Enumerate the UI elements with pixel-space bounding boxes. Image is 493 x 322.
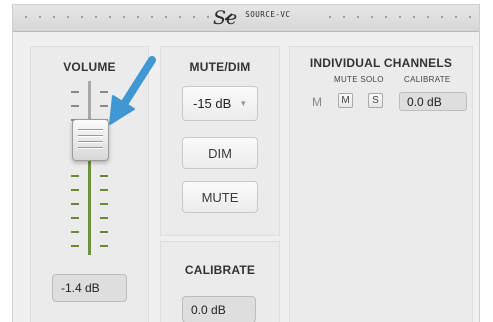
dim-level-select[interactable]: -15 dB ▼: [182, 86, 258, 121]
logo-mark: Se: [213, 7, 238, 29]
channel-calibrate-field[interactable]: 0.0 dB: [399, 92, 467, 111]
title-dots-left: [19, 16, 209, 18]
channel-solo-button[interactable]: S: [368, 93, 383, 108]
dim-button[interactable]: DIM: [182, 137, 258, 169]
mute-button[interactable]: MUTE: [182, 181, 258, 213]
fader-level-fill: [88, 157, 91, 255]
logo-text: SOURCE-VC: [245, 10, 291, 19]
volume-value-field[interactable]: -1.4 dB: [52, 274, 127, 302]
individual-channels-panel: INDIVIDUAL CHANNELS MUTE SOLO CALIBRATE …: [289, 46, 473, 322]
calibrate-title: CALIBRATE: [184, 263, 256, 277]
volume-panel: VOLUME -1.4 dB: [30, 46, 149, 322]
channel-label: M: [312, 95, 322, 109]
calibrate-value-field[interactable]: 0.0 dB: [182, 296, 256, 322]
fader-scale-right: [100, 87, 108, 255]
volume-title: VOLUME: [63, 60, 116, 74]
calibrate-header: CALIBRATE: [404, 75, 451, 84]
dim-level-value: -15 dB: [193, 96, 232, 111]
logo: Se SOURCE-VC: [213, 8, 290, 28]
caret-down-icon: ▼: [239, 99, 248, 108]
title-dots-right: [323, 16, 475, 18]
fader-scale-left: [71, 87, 79, 255]
volume-fader-handle[interactable]: [72, 119, 109, 161]
channels-title: INDIVIDUAL CHANNELS: [309, 56, 453, 70]
plugin-window: Se SOURCE-VC VOLUME -1.4 dB MUTE/DIM -15…: [12, 4, 480, 322]
title-bar: Se SOURCE-VC: [13, 5, 479, 32]
mute-dim-title: MUTE/DIM: [189, 60, 251, 74]
calibrate-panel: CALIBRATE 0.0 dB: [160, 241, 280, 322]
mute-solo-header: MUTE SOLO: [334, 75, 384, 84]
channel-mute-button[interactable]: M: [338, 93, 353, 108]
mute-dim-panel: MUTE/DIM -15 dB ▼ DIM MUTE: [160, 46, 280, 236]
